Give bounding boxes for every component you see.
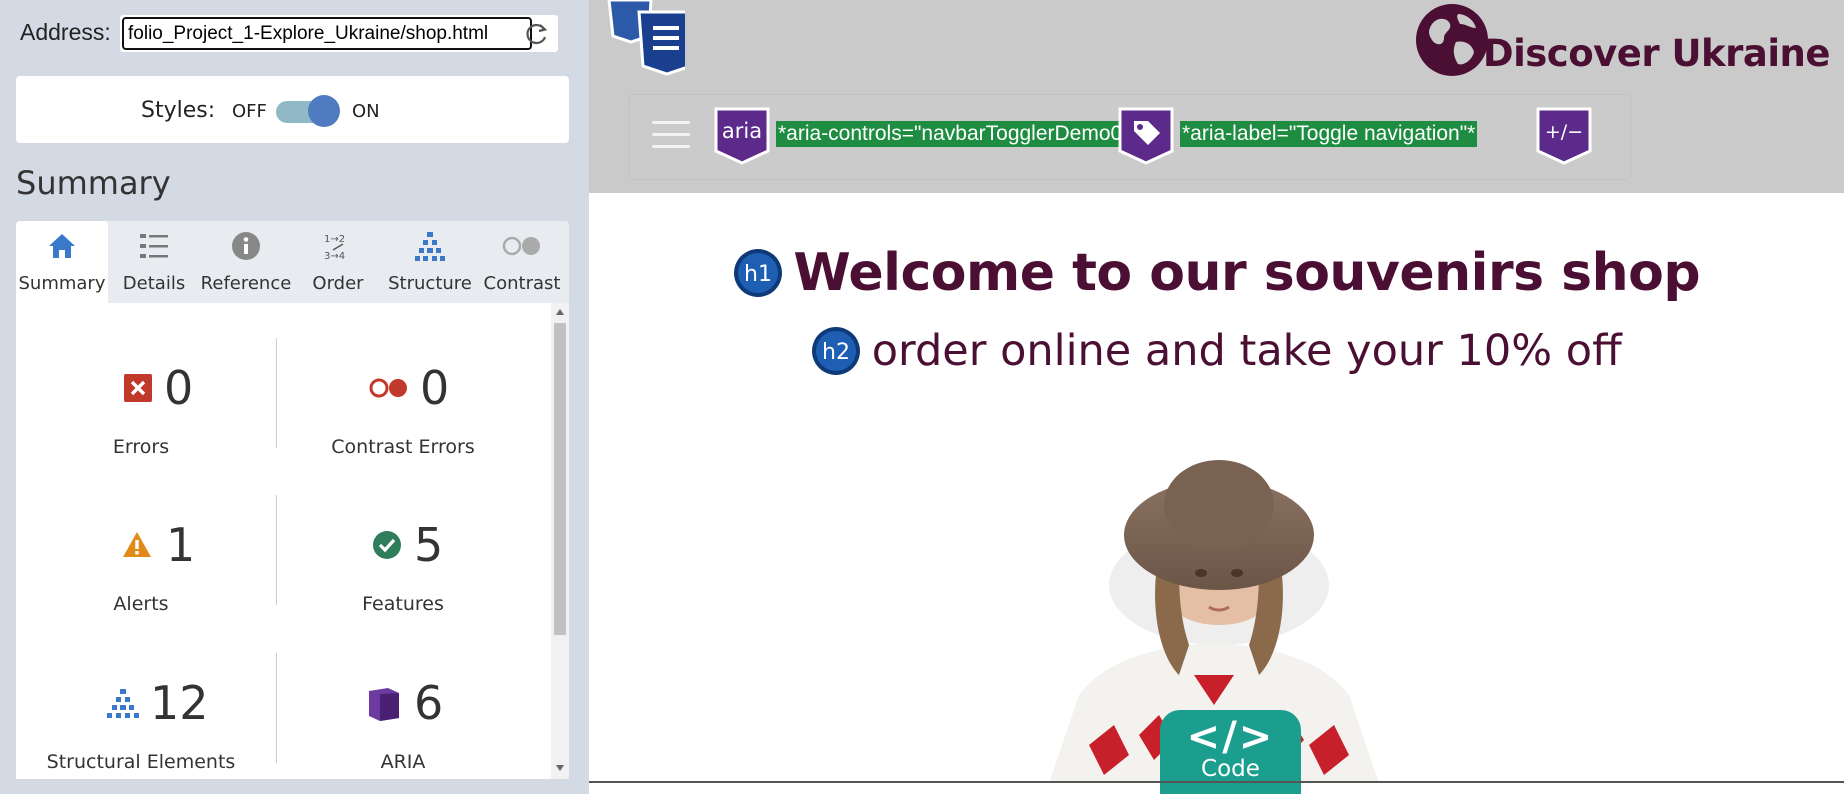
stat-structural-elements[interactable]: 12 Structural Elements xyxy=(16,651,266,781)
tag-badge-icon[interactable] xyxy=(1116,105,1176,165)
hamburger-line xyxy=(652,133,690,136)
stat-label: Errors xyxy=(112,436,170,458)
svg-text:1→2: 1→2 xyxy=(324,234,345,245)
styles-toggle-knob xyxy=(308,95,340,127)
aria-controls-attribute: *aria-controls="navbarTogglerDemo02"* xyxy=(776,121,1152,147)
stat-label: ARIA xyxy=(380,751,426,773)
stat-label: Contrast Errors xyxy=(331,436,475,458)
address-box xyxy=(120,15,558,52)
tab-order[interactable]: 1→2 3→4 Order xyxy=(292,221,384,303)
feature-icon xyxy=(373,531,401,559)
stat-aria[interactable]: 6 ARIA xyxy=(278,651,528,781)
stat-count: 6 xyxy=(414,676,444,730)
tab-label: Reference xyxy=(200,273,292,294)
stat-label: Features xyxy=(362,593,444,615)
alert-icon xyxy=(123,532,151,557)
address-bar: Address: xyxy=(0,13,589,53)
error-icon xyxy=(124,374,152,402)
aria-label-attribute: *aria-label="Toggle navigation"* xyxy=(1180,121,1478,147)
h2-line: h2 order online and take your 10% off xyxy=(589,326,1844,376)
hamburger-line xyxy=(652,121,690,124)
tab-label: Order xyxy=(312,273,364,294)
stat-count: 12 xyxy=(150,676,209,730)
styles-toggle[interactable] xyxy=(276,94,342,128)
reload-icon[interactable] xyxy=(524,21,550,47)
stat-features[interactable]: 5 Features xyxy=(278,493,528,623)
stat-errors[interactable]: 0 Errors xyxy=(16,336,266,466)
address-label: Address: xyxy=(20,19,111,45)
h1-line: h1 Welcome to our souvenirs shop xyxy=(589,243,1844,303)
stat-label: Structural Elements xyxy=(46,751,236,773)
divider xyxy=(276,338,277,448)
h1-badge-icon[interactable]: h1 xyxy=(733,248,783,298)
scroll-thumb[interactable] xyxy=(554,323,566,635)
scroll-up-arrow-icon[interactable] xyxy=(556,309,564,315)
home-icon xyxy=(49,234,75,258)
list-icon xyxy=(140,234,168,258)
tab-label: Structure xyxy=(388,273,472,294)
info-icon xyxy=(232,232,260,260)
main-content: h1 Welcome to our souvenirs shop h2 orde… xyxy=(589,193,1844,783)
tab-structure[interactable]: Structure xyxy=(384,221,476,303)
tab-summary[interactable]: Summary xyxy=(16,221,108,303)
tab-label: Summary xyxy=(18,273,106,294)
scroll-down-arrow-icon[interactable] xyxy=(556,765,564,771)
expand-badge-text: +/− xyxy=(1545,121,1583,143)
navbar: aria *aria-controls="navbarTogglerDemo02… xyxy=(629,94,1631,180)
stat-label: Alerts xyxy=(113,593,169,615)
brand-name: Discover Ukraine xyxy=(1482,32,1831,75)
structure-icon xyxy=(415,232,445,261)
aria-badge-icon[interactable]: aria xyxy=(712,105,772,165)
expand-badge-icon[interactable]: +/− xyxy=(1534,105,1594,165)
panel-tabs: Summary Details Reference 1→2 3→4 Order xyxy=(16,221,569,303)
contrast-error-icon xyxy=(369,378,407,398)
stat-count: 5 xyxy=(414,518,444,572)
stat-count: 1 xyxy=(166,518,196,572)
order-icon: 1→2 3→4 xyxy=(324,234,345,261)
code-icon: </> xyxy=(1186,714,1275,760)
h1-badge-text: h1 xyxy=(744,262,772,287)
site-header: Discover Ukraine aria *aria-controls="na… xyxy=(589,0,1844,193)
panel-scrollbar[interactable] xyxy=(551,303,569,779)
divider xyxy=(276,495,277,605)
web-page: Discover Ukraine aria *aria-controls="na… xyxy=(589,0,1844,794)
aria-icon xyxy=(369,688,399,721)
page-heading-h2: order online and take your 10% off xyxy=(871,326,1622,376)
brand[interactable]: Discover Ukraine xyxy=(1410,0,1831,80)
styles-card: Styles: OFF ON xyxy=(16,76,569,143)
h2-badge-text: h2 xyxy=(822,340,850,365)
wave-panel: Address: Styles: OFF ON Summary Summary xyxy=(0,0,589,794)
stat-contrast-errors[interactable]: 0 Contrast Errors xyxy=(278,336,528,466)
summary-body: 0 Errors 0 Contrast Errors 1 Alerts 5 Fe… xyxy=(16,303,569,779)
stat-alerts[interactable]: 1 Alerts xyxy=(16,493,266,623)
aria-badge-text: aria xyxy=(722,119,762,143)
page-bottom-border xyxy=(589,781,1844,783)
tab-details[interactable]: Details xyxy=(108,221,200,303)
tab-label: Contrast xyxy=(483,273,561,294)
css-styles-icon[interactable] xyxy=(599,0,685,76)
styles-off-label: OFF xyxy=(232,101,267,122)
hamburger-line xyxy=(652,145,690,148)
styles-on-label: ON xyxy=(352,101,380,122)
stat-count: 0 xyxy=(164,361,194,415)
tab-label: Details xyxy=(122,273,186,294)
navbar-toggler-icon[interactable] xyxy=(652,119,692,149)
page-heading-h1: Welcome to our souvenirs shop xyxy=(793,243,1701,303)
stat-count: 0 xyxy=(420,361,450,415)
contrast-icon xyxy=(502,236,540,256)
styles-label: Styles: xyxy=(141,98,216,123)
structure-icon xyxy=(107,689,139,718)
tab-contrast[interactable]: Contrast xyxy=(476,221,568,303)
svg-text:3→4: 3→4 xyxy=(324,251,345,261)
code-label: Code xyxy=(1201,756,1260,782)
address-input[interactable] xyxy=(122,17,532,50)
summary-heading: Summary xyxy=(16,164,171,202)
globe-logo-icon xyxy=(1416,4,1488,76)
tab-reference[interactable]: Reference xyxy=(200,221,292,303)
h2-badge-icon[interactable]: h2 xyxy=(811,326,861,376)
divider xyxy=(276,653,277,763)
